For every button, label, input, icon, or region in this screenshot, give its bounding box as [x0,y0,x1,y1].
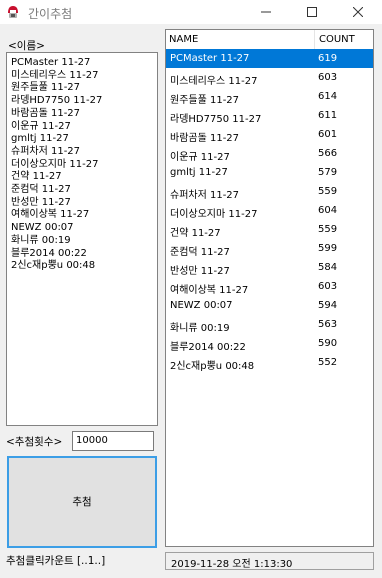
names-label: <이름> [8,40,45,52]
row-name-cell: NEWZ 00:07 [170,300,233,311]
title-bar[interactable]: 간이추첨 [0,0,382,24]
table-row[interactable]: 준컴덕 11-27 599 [166,239,373,258]
name-line: 블루2014 00:22 [11,247,87,259]
row-name-cell: 미스테리우스 11-27 [170,76,258,87]
name-line: gmltj 11-27 [11,133,69,145]
name-line: 준컴덕 11-27 [11,184,71,196]
table-row[interactable]: 미스테리우스 11-27 603 [166,68,373,87]
row-name-cell: 라뎅HD7750 11-27 [170,114,262,125]
row-name-cell: 반성만 11-27 [170,266,230,277]
table-row[interactable]: 여해이상복 11-27 603 [166,277,373,296]
table-row[interactable]: 더이상오지마 11-27 604 [166,201,373,220]
row-count-cell: 603 [318,72,338,83]
table-row[interactable]: 반성만 11-27 584 [166,258,373,277]
row-count-cell: 584 [318,262,338,273]
column-separator[interactable] [314,30,315,49]
row-name-cell: 이운규 11-27 [170,152,230,163]
row-count-cell: 552 [318,357,338,368]
name-line: 라뎅HD7750 11-27 [11,95,103,107]
name-line: PCMaster 11-27 [11,57,91,68]
row-name-cell: 바람곰돌 11-27 [170,133,240,144]
minimize-button[interactable] [243,0,289,24]
names-textarea[interactable]: PCMaster 11-27 미스테리우스 11-27 원주들풀 11-27 라뎅HD… [6,52,158,426]
name-line: 이운규 11-27 [11,120,71,132]
row-name-cell: 블루2014 00:22 [170,342,246,353]
name-line: 여해이상복 11-27 [11,209,90,221]
row-name-cell: 더이상오지마 11-27 [170,209,258,220]
row-count-cell: 559 [318,186,338,197]
row-count-cell: 614 [318,91,338,102]
row-name-cell: 건약 11-27 [170,228,221,239]
table-row[interactable]: 화니류 00:19 563 [166,315,373,334]
row-count-cell: 604 [318,205,338,216]
draw-count-label: <추첨횟수> [6,436,63,448]
draw-button[interactable]: 추첨 [7,456,157,548]
table-row[interactable]: PCMaster 11-27 619 [166,49,373,68]
row-name-cell: 화니류 00:19 [170,323,230,334]
row-name-cell: gmltj 11-27 [170,167,228,178]
name-line: 슈퍼차저 11-27 [11,145,81,157]
name-line: 원주들풀 11-27 [11,82,81,94]
table-row[interactable]: 이운규 11-27 566 [166,144,373,163]
close-button[interactable] [335,0,381,24]
name-line: 화니류 00:19 [11,234,71,246]
row-count-cell: 619 [318,53,338,64]
table-row[interactable]: 블루2014 00:22 590 [166,334,373,353]
name-line: 반성만 11-27 [11,196,71,208]
row-name-cell: 원주들풀 11-27 [170,95,240,106]
name-line: 바람곰돌 11-27 [11,107,81,119]
name-line: 건약 11-27 [11,171,62,183]
column-header-count[interactable]: COUNT [319,34,355,45]
row-name-cell: 슈퍼차저 11-27 [170,190,240,201]
row-name-cell: PCMaster 11-27 [170,53,250,64]
name-line: NEWZ 00:07 [11,222,74,234]
maximize-button[interactable] [289,0,335,24]
table-row[interactable]: 2신c재p뿡u 00:48 552 [166,353,373,372]
datetime-display: 2019-11-28 오전 1:13:30 [165,552,374,570]
row-count-cell: 601 [318,129,338,140]
table-row[interactable]: 라뎅HD7750 11-27 611 [166,106,373,125]
row-name-cell: 준컴덕 11-27 [170,247,230,258]
row-count-cell: 590 [318,338,338,349]
name-line: 2신c재p뿡u 00:48 [11,260,96,272]
row-count-cell: 599 [318,243,338,254]
row-count-cell: 594 [318,300,338,311]
table-row[interactable]: 원주들풀 11-27 614 [166,87,373,106]
name-line: 더이상오지마 11-27 [11,158,99,170]
column-header-name[interactable]: NAME [169,34,198,45]
table-row[interactable]: gmltj 11-27 579 [166,163,373,182]
row-count-cell: 559 [318,224,338,235]
row-name-cell: 여해이상복 11-27 [170,285,249,296]
row-count-cell: 579 [318,167,338,178]
draw-count-input[interactable]: 10000 [72,431,154,451]
results-table[interactable]: NAME COUNT PCMaster 11-27 619 미스테리우스 11-27… [165,29,374,547]
row-count-cell: 611 [318,110,338,121]
row-name-cell: 2신c재p뿡u 00:48 [170,361,255,372]
table-row[interactable]: 슈퍼차저 11-27 559 [166,182,373,201]
window-title: 간이추첨 [28,7,73,21]
table-header: NAME COUNT [166,30,373,50]
name-line: 미스테리우스 11-27 [11,69,99,81]
app-icon [5,4,21,20]
table-row[interactable]: 건약 11-27 559 [166,220,373,239]
table-row[interactable]: 바람곰돌 11-27 601 [166,125,373,144]
row-count-cell: 563 [318,319,338,330]
row-count-cell: 603 [318,281,338,292]
table-row[interactable]: NEWZ 00:07 594 [166,296,373,315]
click-counter-label: 추첨클릭카운트 [..1..] [6,555,106,567]
row-count-cell: 566 [318,148,338,159]
